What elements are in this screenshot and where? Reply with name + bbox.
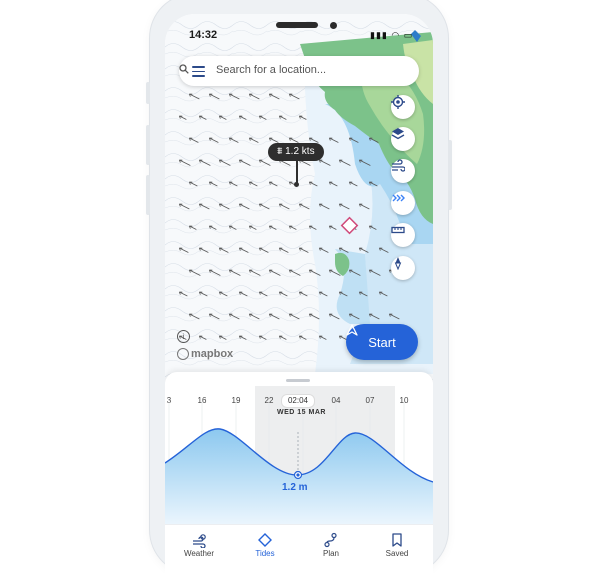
navigation-arrow-icon	[346, 324, 358, 336]
tab-plan[interactable]: Plan	[301, 531, 361, 558]
tab-label: Plan	[322, 549, 339, 558]
wifi-icon: ◠	[391, 30, 401, 40]
status-bar: 14:32 ▮▮▮ ◠ ▭	[165, 14, 433, 54]
start-label: Start	[368, 334, 396, 350]
phone-side-button	[448, 140, 452, 210]
current-height-marker-core	[296, 473, 300, 477]
search-icon[interactable]	[179, 64, 189, 74]
search-input[interactable]: Search for a location...	[216, 64, 326, 76]
wind-icon	[392, 159, 405, 172]
tide-arrows-button[interactable]	[391, 191, 415, 215]
tab-label: Tides	[255, 549, 275, 558]
layers-icon	[391, 128, 405, 140]
tides-icon	[258, 533, 272, 547]
current-flow-icon: ⩩	[277, 146, 283, 157]
tab-label: Weather	[183, 549, 215, 558]
tide-map[interactable]: 14:32 ▮▮▮ ◠ ▭ Search for a location... ⩩…	[165, 14, 433, 384]
bookmark-icon	[392, 533, 402, 547]
mapbox-wordmark: mapbox	[191, 348, 234, 360]
layers-button[interactable]	[391, 127, 415, 151]
ruler-icon	[391, 226, 405, 234]
tide-arrows-icon	[392, 194, 405, 202]
info-icon[interactable]: i	[177, 330, 190, 343]
current-speed-label[interactable]: ⩩ 1.2 kts	[268, 143, 324, 161]
speed-pointer-dot	[294, 182, 299, 187]
app-screen: 14:32 ▮▮▮ ◠ ▭ Search for a location... ⩩…	[165, 14, 433, 574]
current-time-pill: 02:04	[281, 394, 315, 408]
mapbox-logo: mapbox	[177, 348, 233, 360]
camera-dot	[330, 22, 337, 29]
tab-weather[interactable]: Weather	[169, 531, 229, 558]
wind-button[interactable]	[391, 159, 415, 183]
current-tide-height: 1.2 m	[282, 482, 308, 493]
battery-icon: ▭	[403, 30, 414, 40]
status-icons: ▮▮▮ ◠ ▭	[370, 30, 413, 41]
tab-tides[interactable]: Tides	[235, 531, 295, 558]
compass-button[interactable]	[391, 256, 415, 280]
bottom-tab-bar: Weather Tides Plan Saved	[165, 524, 433, 574]
tab-saved[interactable]: Saved	[367, 531, 427, 558]
phone-side-button	[146, 125, 150, 165]
mapbox-logo-mark	[177, 348, 189, 360]
current-date: WED 15 MAR	[277, 409, 326, 416]
status-time: 14:32	[189, 29, 218, 41]
locate-button[interactable]	[391, 95, 415, 119]
start-button[interactable]: Start	[346, 324, 418, 360]
compass-icon	[394, 257, 402, 270]
locate-icon	[391, 95, 405, 109]
signal-icon: ▮▮▮	[370, 30, 388, 40]
menu-icon[interactable]	[192, 66, 205, 77]
weather-icon	[193, 534, 206, 548]
current-speed-value: 1.2 kts	[285, 146, 315, 157]
plan-icon	[324, 532, 337, 548]
search-bar[interactable]: Search for a location...	[179, 56, 419, 86]
tab-label: Saved	[385, 549, 409, 558]
ruler-button[interactable]	[391, 223, 415, 247]
phone-side-button	[146, 82, 150, 104]
speaker-notch	[276, 22, 318, 28]
speed-pointer-line	[296, 161, 298, 183]
phone-side-button	[146, 175, 150, 215]
